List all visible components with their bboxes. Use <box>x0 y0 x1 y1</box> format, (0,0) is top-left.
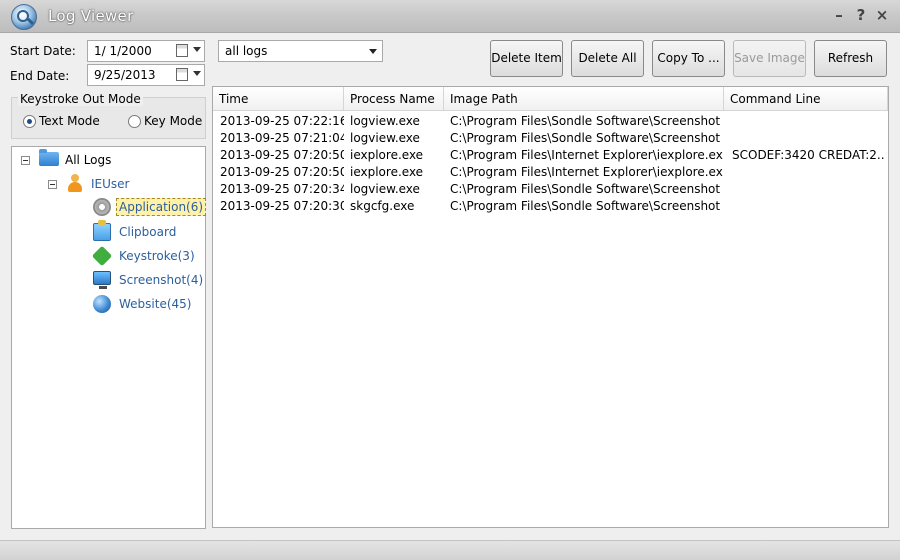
table-row[interactable]: 2013-09-25 07:20:30 skgcfg.exe C:\Progra… <box>213 198 888 215</box>
text-mode-radio[interactable] <box>23 115 36 128</box>
column-header-image-path[interactable]: Image Path <box>444 87 724 111</box>
help-button[interactable]: ? <box>852 6 870 24</box>
cell-process: logview.exe <box>350 114 420 128</box>
status-bar <box>0 540 900 560</box>
cell-image-path: C:\Program Files\Internet Explorer\iexpl… <box>450 148 723 162</box>
cell-process: logview.exe <box>350 182 420 196</box>
tree-item-keystroke[interactable]: Keystroke(3) <box>119 249 195 263</box>
chevron-down-icon <box>193 71 201 76</box>
keystroke-icon <box>91 245 113 267</box>
cell-command-line: SCODEF:3420 CREDAT:2... <box>732 148 885 162</box>
cell-time: 2013-09-25 07:20:50 <box>220 148 344 162</box>
start-date-label: Start Date: <box>10 44 76 58</box>
log-table[interactable]: Time Process Name Image Path Command Lin… <box>212 86 889 528</box>
end-date-value: 9/25/2013 <box>94 68 156 82</box>
delete-item-button[interactable]: Delete Item <box>490 40 563 77</box>
end-date-label: End Date: <box>10 69 70 83</box>
key-mode-radio[interactable] <box>128 115 141 128</box>
cell-image-path: C:\Program Files\Sondle Software\Screens… <box>450 131 723 145</box>
column-header-process-name[interactable]: Process Name <box>344 87 444 111</box>
save-image-button[interactable]: Save Image <box>733 40 806 77</box>
cell-time: 2013-09-25 07:21:04 <box>220 131 344 145</box>
folder-icon <box>39 149 59 166</box>
collapse-all-logs[interactable] <box>21 156 30 165</box>
chevron-down-icon <box>193 47 201 52</box>
cell-process: logview.exe <box>350 131 420 145</box>
tree-item-clipboard[interactable]: Clipboard <box>119 225 176 239</box>
cell-image-path: C:\Program Files\Internet Explorer\iexpl… <box>450 165 723 179</box>
clipboard-icon <box>93 220 111 241</box>
cell-image-path: C:\Program Files\Sondle Software\Screens… <box>450 199 723 213</box>
minimize-button[interactable]: – <box>830 6 848 24</box>
cell-time: 2013-09-25 07:20:30 <box>220 199 344 213</box>
table-row[interactable]: 2013-09-25 07:21:04 logview.exe C:\Progr… <box>213 130 888 147</box>
calendar-icon <box>176 68 188 81</box>
chevron-down-icon <box>369 49 377 54</box>
cell-process: iexplore.exe <box>350 148 424 162</box>
table-row[interactable]: 2013-09-25 07:22:16 logview.exe C:\Progr… <box>213 113 888 130</box>
keystroke-mode-title: Keystroke Out Mode <box>18 92 143 106</box>
column-header-command-line[interactable]: Command Line <box>724 87 888 111</box>
log-tree[interactable]: All Logs IEUser Application(6) Clipboard… <box>11 146 207 529</box>
table-header: Time Process Name Image Path Command Lin… <box>213 87 888 111</box>
collapse-ieuser[interactable] <box>48 180 57 189</box>
window-title: Log Viewer <box>48 7 134 25</box>
table-row[interactable]: 2013-09-25 07:20:50 iexplore.exe C:\Prog… <box>213 147 888 164</box>
tree-item-screenshot[interactable]: Screenshot(4) <box>119 273 203 287</box>
cell-command-line <box>725 164 885 181</box>
copy-to-button[interactable]: Copy To ... <box>652 40 725 77</box>
cell-image-path: C:\Program Files\Sondle Software\Screens… <box>450 114 723 128</box>
tree-item-application[interactable]: Application(6) <box>116 198 207 216</box>
delete-all-button[interactable]: Delete All <box>571 40 644 77</box>
log-type-value: all logs <box>225 44 268 58</box>
calendar-icon <box>176 44 188 57</box>
text-mode-label[interactable]: Text Mode <box>39 114 100 128</box>
column-header-time[interactable]: Time <box>213 87 344 111</box>
tree-item-ieuser[interactable]: IEUser <box>91 177 129 191</box>
app-logo-icon <box>11 4 37 30</box>
gear-icon <box>93 198 111 216</box>
key-mode-label[interactable]: Key Mode <box>144 114 202 128</box>
user-icon <box>66 174 84 192</box>
cell-command-line <box>725 198 885 215</box>
cell-time: 2013-09-25 07:20:34 <box>220 182 344 196</box>
log-type-select[interactable]: all logs <box>218 40 383 62</box>
cell-time: 2013-09-25 07:20:50 <box>220 165 344 179</box>
cell-command-line <box>725 181 885 198</box>
end-date-picker[interactable]: 9/25/2013 <box>87 64 205 86</box>
screenshot-icon <box>93 271 111 289</box>
cell-image-path: C:\Program Files\Sondle Software\Screens… <box>450 182 723 196</box>
cell-process: skgcfg.exe <box>350 199 415 213</box>
globe-icon <box>93 295 111 313</box>
table-row[interactable]: 2013-09-25 07:20:34 logview.exe C:\Progr… <box>213 181 888 198</box>
refresh-button[interactable]: Refresh <box>814 40 887 77</box>
cell-time: 2013-09-25 07:22:16 <box>220 114 344 128</box>
close-button[interactable]: × <box>873 6 891 24</box>
cell-process: iexplore.exe <box>350 165 424 179</box>
start-date-value: 1/ 1/2000 <box>94 44 152 58</box>
start-date-picker[interactable]: 1/ 1/2000 <box>87 40 205 62</box>
cell-command-line <box>725 130 885 147</box>
tree-item-website[interactable]: Website(45) <box>119 297 191 311</box>
table-row[interactable]: 2013-09-25 07:20:50 iexplore.exe C:\Prog… <box>213 164 888 181</box>
cell-command-line <box>725 113 885 130</box>
title-bar: Log Viewer – ? × <box>0 0 900 33</box>
keystroke-mode-group: Keystroke Out Mode Text Mode Key Mode <box>11 92 206 139</box>
tree-root-all-logs[interactable]: All Logs <box>65 153 111 167</box>
